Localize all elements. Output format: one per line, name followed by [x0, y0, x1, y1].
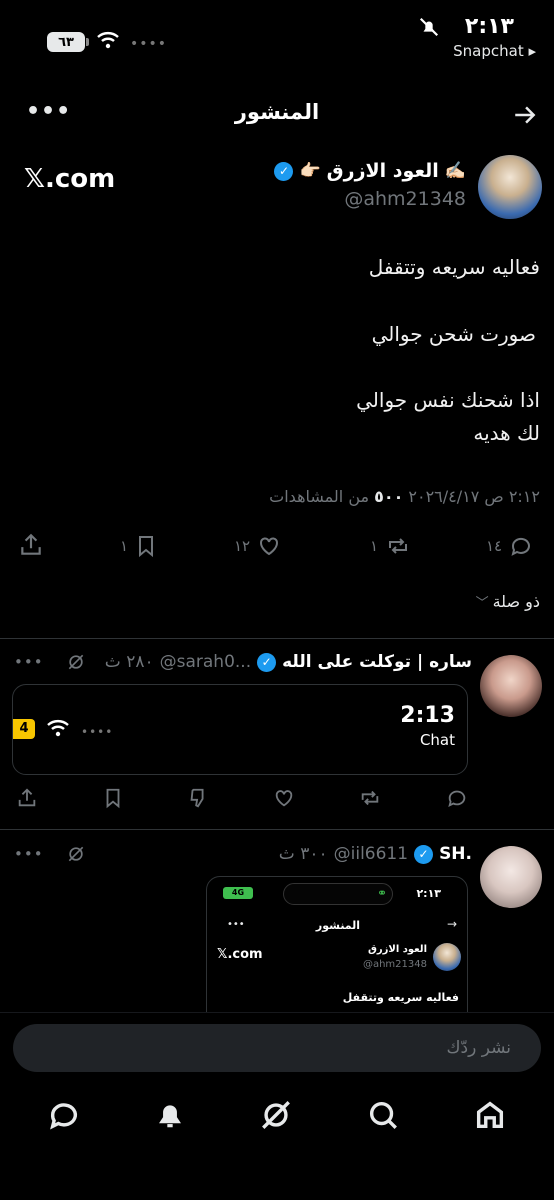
grok-icon[interactable] — [66, 844, 86, 864]
battery-indicator: ٦٣ — [47, 32, 89, 52]
reply-age: ٣٠٠ ث — [278, 844, 328, 864]
share-button[interactable] — [18, 532, 44, 562]
home-indicator — [207, 1186, 347, 1191]
verified-badge-icon: ✓ — [274, 161, 294, 181]
page-title: المنشور — [234, 100, 320, 124]
dislike-icon[interactable] — [187, 787, 209, 809]
silent-bell-icon — [419, 17, 439, 37]
author-name-row[interactable]: ✓ 👉🏻 العود الازرق ✍🏻 — [274, 160, 466, 182]
reply-header: ••• ٣٠٠ ث @iil6611 ✓ SH. — [14, 844, 472, 864]
mini-title: المنشور — [315, 919, 361, 932]
like-count: ١٢ — [234, 537, 251, 555]
clock: ٢:١٣ — [464, 14, 514, 39]
reply-age: ٢٨٠ ث — [104, 652, 154, 672]
mini-avatar — [433, 943, 461, 971]
post-timestamp: ٢:١٢ ص ٢٠٢٦/٤/١٧ — [408, 487, 540, 506]
reply-icon[interactable] — [446, 787, 468, 809]
reply-icon — [511, 537, 531, 556]
more-options-button[interactable]: ••• — [14, 653, 44, 671]
reply-handle: @iil6611 — [333, 844, 409, 864]
divider — [0, 829, 554, 830]
reply-header: ••• ٢٨٠ ث @sarah0... ✓ ساره | توكلت على … — [14, 652, 472, 672]
mini-time: ٢:١٣ — [416, 887, 441, 900]
bookmark-icon[interactable] — [102, 787, 124, 809]
bookmark-icon — [139, 536, 154, 558]
reply-actions — [16, 787, 468, 809]
signal-dots-icon: •••• — [130, 36, 168, 52]
verified-badge-icon: ✓ — [414, 844, 434, 864]
reply-media[interactable]: 4 •••• 2:13 Chat — [12, 684, 468, 775]
screenshot-app: Chat — [419, 731, 455, 749]
wifi-icon — [47, 720, 69, 737]
repost-icon[interactable] — [358, 787, 382, 809]
related-label: ذو صلة — [492, 592, 540, 611]
repost-count: ١ — [370, 537, 379, 555]
notifications-icon[interactable] — [154, 1098, 186, 1132]
reply-author-name: ساره | توكلت على الله — [282, 652, 472, 672]
post-views-count: ٥٠٠ — [374, 487, 404, 506]
grok-icon[interactable] — [259, 1098, 293, 1132]
verified-badge-icon: ✓ — [257, 652, 277, 672]
bookmark-count: ١ — [120, 537, 129, 555]
like-button[interactable]: ١٢ — [234, 534, 282, 558]
back-to-app-link[interactable]: Snapchat ▸ — [453, 42, 536, 60]
mini-author: العود الازرق — [367, 944, 427, 955]
share-icon — [21, 533, 41, 555]
back-arrow-icon[interactable] — [512, 102, 538, 128]
signal-dots-icon: •••• — [81, 725, 114, 739]
mini-status-pill: 4G — [223, 887, 253, 899]
status-bar: ٦٣ •••• ٢:١٣ Snapchat ▸ — [0, 0, 554, 70]
mini-link-icon: ⚭ — [377, 886, 388, 900]
grok-icon[interactable] — [66, 652, 86, 672]
related-sort-dropdown[interactable]: ﹀ ذو صلة — [476, 592, 540, 611]
brand-link[interactable]: 𝕏.com — [24, 164, 115, 194]
post-line-4: لك هديه — [473, 421, 540, 445]
post-views-label: من المشاهدات — [269, 487, 370, 506]
bottom-nav — [0, 1098, 554, 1132]
reply-button[interactable]: ١٤ — [486, 534, 534, 558]
post-line-1: فعاليه سريعه وتتقفل — [368, 255, 540, 279]
share-icon[interactable] — [16, 787, 38, 809]
home-icon[interactable] — [473, 1098, 507, 1132]
pointing-hand-icon: 👉🏻 — [299, 161, 321, 181]
mini-back-icon: → — [446, 917, 457, 931]
reply-input[interactable]: نشر ردّك — [13, 1024, 541, 1072]
divider — [0, 638, 554, 639]
writing-hand-icon: ✍🏻 — [444, 161, 466, 181]
post-meta: ٢:١٢ ص ٢٠٢٦/٤/١٧ ٥٠٠ من المشاهدات — [269, 487, 540, 506]
reply-count: ١٤ — [486, 537, 503, 555]
post-line-3: اذا شحنك نفس جوالي — [356, 388, 540, 412]
reply-author-name: SH. — [439, 844, 472, 864]
more-options-button[interactable]: ••• — [14, 845, 44, 863]
post-line-2: صورت شحن جوالي — [371, 322, 536, 346]
reply-avatar[interactable] — [480, 655, 542, 717]
chevron-down-icon: ﹀ — [475, 596, 489, 611]
author-avatar[interactable] — [478, 155, 542, 219]
mini-brand: 𝕏.com — [217, 947, 263, 962]
reply-media[interactable]: 4G ⚭ ٢:١٣ ••• المنشور → 𝕏.com العود الاز… — [206, 876, 468, 1016]
repost-icon — [389, 538, 408, 554]
wifi-icon — [97, 32, 119, 49]
author-handle: @ahm21348 — [344, 188, 466, 210]
messages-icon[interactable] — [47, 1098, 81, 1132]
reply-avatar[interactable] — [480, 846, 542, 908]
heart-icon — [260, 537, 279, 556]
heart-icon[interactable] — [273, 787, 295, 809]
author-name: العود الازرق — [326, 160, 439, 182]
screenshot-badge: 4 — [13, 719, 35, 739]
repost-button[interactable]: ١ — [370, 534, 412, 558]
mini-text: فعاليه سريعه وتتقفل — [342, 991, 459, 1004]
bookmark-button[interactable]: ١ — [120, 534, 158, 558]
search-icon[interactable] — [366, 1098, 400, 1132]
mini-handle: @ahm21348 — [362, 959, 427, 970]
reply-handle: @sarah0... — [159, 652, 252, 672]
screenshot-time: 2:13 — [400, 703, 455, 728]
